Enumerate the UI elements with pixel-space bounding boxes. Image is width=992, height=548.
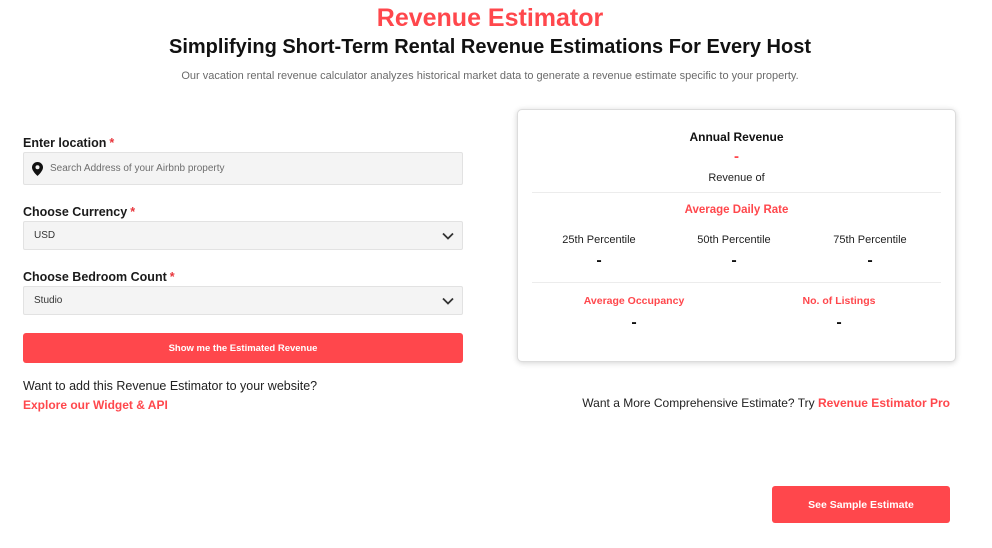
- bedroom-label-text: Choose Bedroom Count: [23, 270, 167, 284]
- listings-count-label: No. of Listings: [802, 295, 876, 307]
- required-mark: *: [109, 136, 115, 150]
- currency-select[interactable]: USD: [23, 221, 463, 250]
- revenue-estimator-pro-link[interactable]: Revenue Estimator Pro: [818, 396, 950, 410]
- results-card: Annual Revenue - Revenue of Average Dail…: [517, 109, 956, 362]
- annual-revenue-label: Annual Revenue: [689, 130, 784, 144]
- page-description: Our vacation rental revenue calculator a…: [181, 70, 799, 82]
- location-label-text: Enter location: [23, 136, 107, 150]
- average-occupancy-label: Average Occupancy: [583, 295, 685, 307]
- location-input[interactable]: [50, 163, 430, 174]
- divider: [532, 282, 941, 283]
- percentile-25-label: 25th Percentile: [562, 234, 636, 246]
- annual-revenue-value: -: [734, 148, 739, 165]
- revenue-estimator-page: Revenue Estimator Simplifying Short-Term…: [0, 0, 992, 548]
- page-subtitle: Simplifying Short-Term Rental Revenue Es…: [169, 36, 811, 58]
- percentile-50-label: 50th Percentile: [697, 234, 771, 246]
- comprehensive-estimate-text: Want a More Comprehensive Estimate? Try …: [582, 396, 950, 410]
- map-pin-icon: [32, 161, 44, 176]
- listings-count-value: -: [836, 314, 842, 331]
- location-field[interactable]: [23, 152, 463, 185]
- chevron-down-icon: [442, 297, 454, 305]
- see-sample-estimate-button[interactable]: See Sample Estimate: [772, 486, 950, 523]
- bedroom-label: Choose Bedroom Count *: [23, 270, 175, 284]
- required-mark: *: [130, 205, 136, 219]
- average-daily-rate-label: Average Daily Rate: [684, 204, 789, 216]
- page-title: Revenue Estimator: [376, 4, 604, 32]
- percentile-50-value: -: [731, 252, 737, 269]
- currency-selected-value: USD: [34, 230, 56, 241]
- percentile-75-label: 75th Percentile: [833, 234, 907, 246]
- average-occupancy-value: -: [631, 314, 637, 331]
- show-estimated-revenue-button[interactable]: Show me the Estimated Revenue: [23, 333, 463, 363]
- widget-api-link[interactable]: Explore our Widget & API: [23, 398, 168, 412]
- location-label: Enter location *: [23, 136, 114, 150]
- divider: [532, 192, 941, 193]
- bedroom-selected-value: Studio: [34, 295, 63, 306]
- percentile-75-value: -: [867, 252, 873, 269]
- currency-label-text: Choose Currency: [23, 205, 128, 219]
- percentile-25-value: -: [596, 252, 602, 269]
- chevron-down-icon: [442, 232, 454, 240]
- required-mark: *: [169, 270, 175, 284]
- currency-label: Choose Currency *: [23, 205, 135, 219]
- comprehensive-estimate-prompt: Want a More Comprehensive Estimate? Try: [582, 396, 815, 410]
- revenue-of-label: Revenue of: [708, 172, 765, 184]
- widget-promo-text: Want to add this Revenue Estimator to yo…: [23, 379, 318, 393]
- bedroom-select[interactable]: Studio: [23, 286, 463, 315]
